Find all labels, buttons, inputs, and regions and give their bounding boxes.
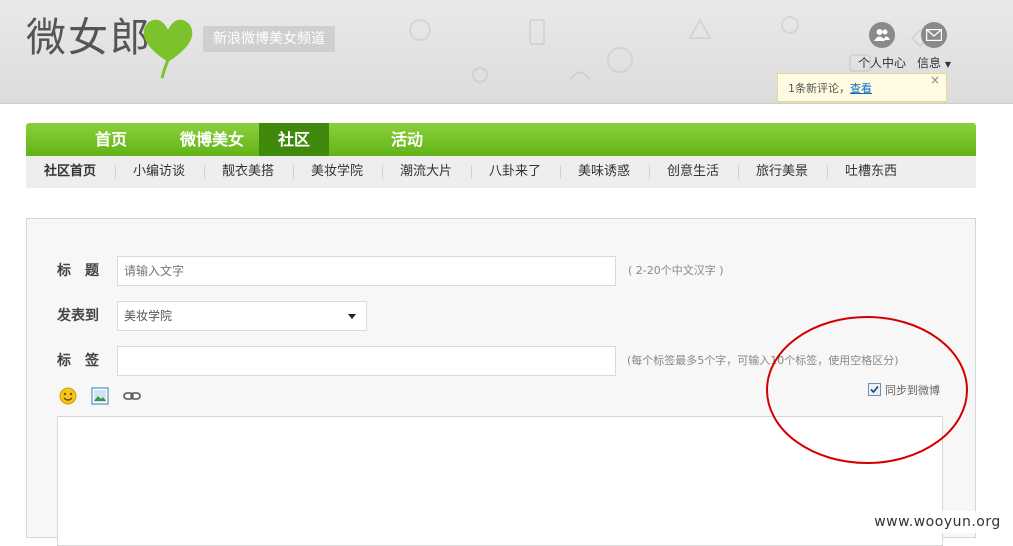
main-nav: 首页 微博美女 社区 活动: [26, 123, 976, 156]
title-label: 标 题: [57, 263, 99, 279]
nav-item-community[interactable]: 社区: [259, 123, 329, 156]
annotation-circle: [766, 316, 968, 464]
emoji-icon[interactable]: [58, 386, 78, 406]
publish-to-value: 美妆学院: [124, 309, 173, 323]
title-input[interactable]: [117, 256, 616, 286]
users-icon: [869, 22, 895, 48]
mail-icon: [921, 22, 947, 48]
tags-input[interactable]: [117, 346, 616, 376]
new-comment-notification: 1条新评论，查看 ×: [777, 73, 947, 102]
nav-item-home[interactable]: 首页: [76, 123, 146, 156]
publish-to-label: 发表到: [57, 308, 99, 324]
subnav-item-makeup[interactable]: 美妆学院: [301, 156, 373, 188]
subnav-item-trends[interactable]: 潮流大片: [390, 156, 462, 188]
heart-logo-icon: [143, 19, 193, 79]
subnav-item-rants[interactable]: 吐槽东西: [835, 156, 907, 188]
subnav-item-creative-life[interactable]: 创意生活: [657, 156, 729, 188]
subnav-item-fashion[interactable]: 靓衣美搭: [212, 156, 284, 188]
close-icon[interactable]: ×: [930, 66, 940, 95]
subnav-divider: [471, 165, 472, 179]
link-icon[interactable]: [122, 386, 142, 406]
subnav-item-community-home[interactable]: 社区首页: [34, 156, 106, 188]
subnav-divider: [293, 165, 294, 179]
profile-button[interactable]: 个人中心: [852, 22, 912, 71]
subnav-divider: [738, 165, 739, 179]
nav-item-events[interactable]: 活动: [372, 123, 442, 156]
title-hint: ( 2-20个中文汉字 ): [628, 264, 724, 277]
image-icon[interactable]: [90, 386, 110, 406]
subnav-divider: [827, 165, 828, 179]
site-header: 微女郎 新浪微博美女频道 个人中心 信息 ▼ 1条新评论，查看 ×: [0, 0, 1013, 104]
tags-label: 标 签: [57, 353, 99, 369]
publish-to-select[interactable]: 美妆学院: [117, 301, 367, 331]
messages-button[interactable]: 信息 ▼: [904, 22, 964, 71]
sub-nav: 社区首页 小编访谈 靓衣美搭 美妆学院 潮流大片 八卦来了 美味诱惑 创意生活 …: [26, 156, 976, 188]
nav-item-weibo-beauty[interactable]: 微博美女: [166, 123, 258, 156]
site-logo-text[interactable]: 微女郎: [26, 14, 152, 62]
subnav-divider: [560, 165, 561, 179]
watermark: www.wooyun.org: [862, 511, 1013, 533]
subnav-divider: [115, 165, 116, 179]
notification-text: 1条新评论，: [788, 82, 850, 95]
subnav-item-interviews[interactable]: 小编访谈: [123, 156, 195, 188]
subnav-divider: [649, 165, 650, 179]
subnav-item-travel[interactable]: 旅行美景: [746, 156, 818, 188]
dropdown-arrow-icon: [348, 314, 356, 319]
subnav-item-food[interactable]: 美味诱惑: [568, 156, 640, 188]
subnav-item-gossip[interactable]: 八卦来了: [479, 156, 551, 188]
channel-slogan: 新浪微博美女频道: [203, 26, 335, 52]
view-comment-link[interactable]: 查看: [850, 82, 872, 95]
chevron-down-icon: ▼: [944, 60, 951, 69]
profile-label: 个人中心: [857, 56, 906, 70]
subnav-divider: [204, 165, 205, 179]
subnav-divider: [382, 165, 383, 179]
